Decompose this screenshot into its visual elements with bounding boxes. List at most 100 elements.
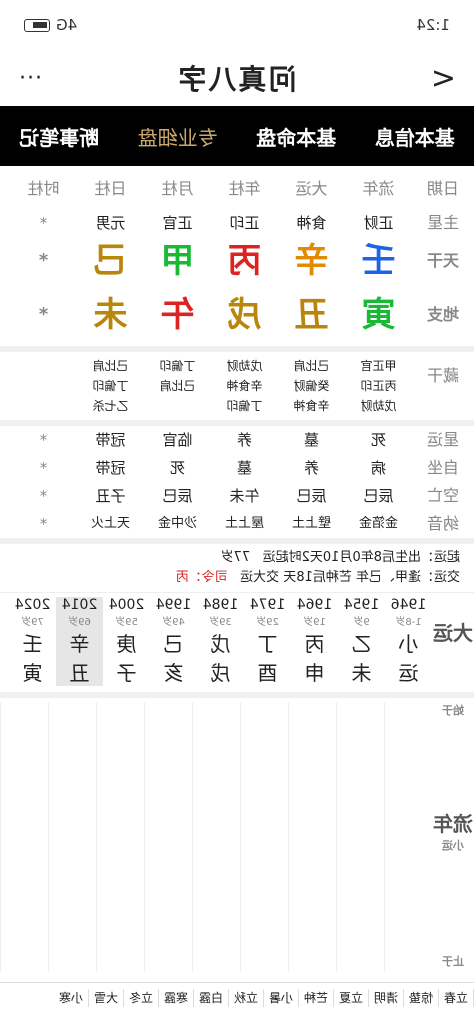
year: 1964 [296,597,333,613]
battery-icon [24,18,50,32]
jieqi-item: 立冬 [124,989,159,1007]
dayun-col[interactable]: 1946 1-8岁小运 [385,597,432,686]
age: 9岁 [353,617,370,628]
page-title: 问真八字 [176,63,297,96]
tab-pro-chart[interactable]: 专业细盘 [138,122,218,151]
gan: 庚 [116,632,137,656]
cell: 元男 [95,214,126,232]
zhi: 申 [304,661,325,685]
item: 丙正印 [360,379,397,393]
more-icon[interactable]: ··· [18,66,42,91]
item: 癸偏财 [293,379,330,393]
header-date: 日期 [427,179,460,198]
cell: 墓 [237,459,253,477]
canggan-col: 丁偏印 己比肩 [144,356,211,416]
cell: * [39,515,48,533]
dayun-col[interactable]: 2024 79岁壬寅 [9,597,56,686]
tab-notes[interactable]: 断事笔记 [19,122,99,151]
age: 19岁 [303,617,326,628]
jieqi-item: 立秋 [229,989,264,1007]
tab-basic-chart[interactable]: 基本命盘 [256,122,336,151]
cell: 病 [371,459,387,477]
dayun-col[interactable]: 1994 49岁己亥 [150,597,197,686]
cell: 正印 [229,214,260,232]
year: 2014 [61,597,98,613]
cell: 戌 [227,295,262,335]
header-year: 年柱 [228,179,261,198]
gan: 丙 [304,632,325,656]
liunian-grid [0,702,432,972]
zhi: 运 [398,661,419,685]
kongwang-row: 空亡 辰巳 辰巳 午未 辰巳 子丑 * [0,482,474,510]
cell: 屋上土 [225,516,265,531]
dayun-col[interactable]: 1974 29岁丁酉 [244,597,291,686]
cell: * [38,304,49,325]
item: 辛食神 [226,379,263,393]
cell: 金箔金 [359,516,399,531]
cell: 死 [170,459,186,477]
qiyun-label: 起运 [433,550,460,565]
jiaoyun-text: 逢甲、己年 芒种后18天 交大运 [240,570,421,585]
canggan-col: 己比肩 癸偏财 辛食神 [278,356,345,416]
canggan-row: 藏干 甲正官 丙正印 戊劫财 己比肩 癸偏财 辛食神 戊劫财 辛食神 丁偏印 丁… [0,352,474,420]
gan: 壬 [22,632,43,656]
zhi: 子 [116,661,137,685]
cell: 临官 [162,431,193,449]
age: 69岁 [68,617,91,628]
cell: 墓 [304,431,320,449]
cell: 辛 [294,241,329,281]
row-label: 纳音 [427,514,460,533]
cell: * [39,214,48,232]
cell: 养 [237,431,253,449]
item: 乙七杀 [92,399,129,413]
header-day: 日柱 [94,179,127,198]
header-hour: 时柱 [27,179,60,198]
zhi: 亥 [163,661,184,685]
gan: 小 [398,632,419,656]
jieqi-item: 立春 [439,989,474,1007]
year: 1974 [249,597,286,613]
jieqi-item: 白露 [194,989,229,1007]
age: 79岁 [21,617,44,628]
dayun-col[interactable]: 1954 9岁乙未 [338,597,385,686]
cell: 丙 [227,241,262,281]
item: 辛食神 [293,399,330,413]
zhi: 戌 [210,661,231,685]
age: 29岁 [256,617,279,628]
row-label: 主星 [427,213,460,232]
gan: 戊 [210,632,231,656]
item: 甲正官 [360,359,397,373]
siling: 司令：丙 [175,570,228,585]
cell: 甲 [160,241,195,281]
dayun-col-selected[interactable]: 2014 69岁辛丑 [56,597,103,686]
cell: 己 [93,241,128,281]
cell: 养 [304,459,320,477]
dayun-col[interactable]: 2004 59岁庚子 [103,597,150,686]
zhuxing-row: 主星 正财 食神 正印 正官 元男 * [0,206,474,240]
liunian-row: 始于 流年 小运 止于 [0,698,474,972]
jieqi-item: 芒种 [299,989,334,1007]
jieqi-item: 立夏 [334,989,369,1007]
dayun-col[interactable]: 1964 19岁丙申 [291,597,338,686]
cell: 冠带 [95,459,126,477]
cell: 辰巳 [296,487,327,505]
age: 59岁 [115,617,138,628]
back-icon[interactable]: < [431,61,456,96]
cell: 子丑 [95,487,126,505]
nayin-row: 纳音 金箔金 壁上土 屋上土 沙中金 天上火 * [0,510,474,538]
row-label: 天干 [427,251,460,270]
cell: 死 [371,431,387,449]
jiaoyun-label: 交运 [433,570,460,585]
tab-basic-info[interactable]: 基本信息 [375,122,455,151]
dayun-col[interactable]: 1984 39岁戊戌 [197,597,244,686]
year: 1954 [343,597,380,613]
pillar-header-row: 日期 流年 大运 年柱 月柱 日柱 时柱 [0,172,474,206]
item: 戊劫财 [226,359,263,373]
jieqi-item: 小寒 [54,989,89,1007]
status-bar: 1:24 4G [0,0,474,50]
cell: 午未 [229,487,260,505]
liunian-label: 流年 [433,812,473,836]
gan: 乙 [351,632,372,656]
dayun-row: 大运 1946 1-8岁小运 1954 9岁乙未 1964 19岁丙申 1974 29岁… [0,592,474,686]
canggan-col: 甲正官 丙正印 戊劫财 [345,356,412,416]
